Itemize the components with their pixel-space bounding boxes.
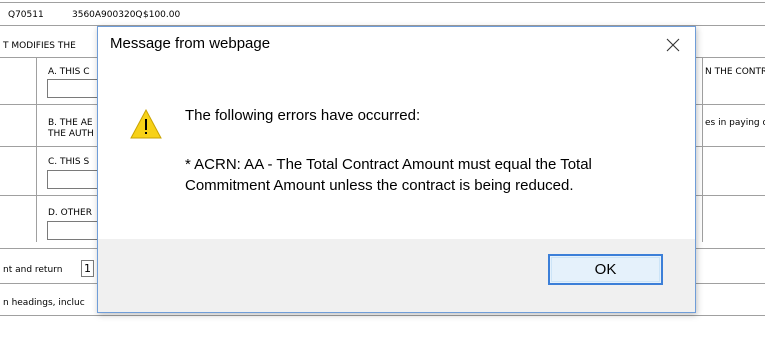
top-row-code: Q70511 (8, 10, 44, 20)
item-c-label: C. THIS S (48, 157, 90, 167)
return-label: nt and return (3, 265, 63, 275)
ok-button[interactable]: OK (548, 254, 663, 285)
close-button[interactable] (661, 33, 685, 57)
error-heading: The following errors have occurred: (185, 107, 421, 124)
top-row-id: 3560A900320Q (72, 10, 143, 20)
divider (36, 57, 37, 242)
item-b-label-line2: THE AUTH (48, 129, 94, 139)
top-row-amount: $100.00 (143, 10, 181, 20)
item-b-right-text: es in paying o (705, 118, 765, 128)
return-count-input[interactable]: 1 (81, 260, 94, 277)
divider (702, 57, 703, 242)
divider (0, 315, 765, 316)
divider (0, 2, 765, 3)
message-dialog: Message from webpage The following error… (97, 26, 696, 313)
headings-label: n headings, incluc (3, 298, 85, 308)
error-message: * ACRN: AA - The Total Contract Amount m… (185, 156, 592, 194)
warning-icon (130, 109, 162, 139)
modifies-line: T MODIFIES THE (3, 41, 76, 51)
dialog-footer: OK (98, 239, 695, 312)
item-d-label: D. OTHER (48, 208, 92, 218)
item-a-label: A. THIS C (48, 67, 90, 77)
item-b-label-line1: B. THE AE (48, 118, 93, 128)
item-a-right-text: N THE CONTRA (705, 67, 765, 77)
dialog-title: Message from webpage (110, 35, 271, 52)
webpage-background: Q70511 3560A900320Q $100.00 T MODIFIES T… (0, 0, 765, 339)
close-icon (666, 38, 680, 52)
